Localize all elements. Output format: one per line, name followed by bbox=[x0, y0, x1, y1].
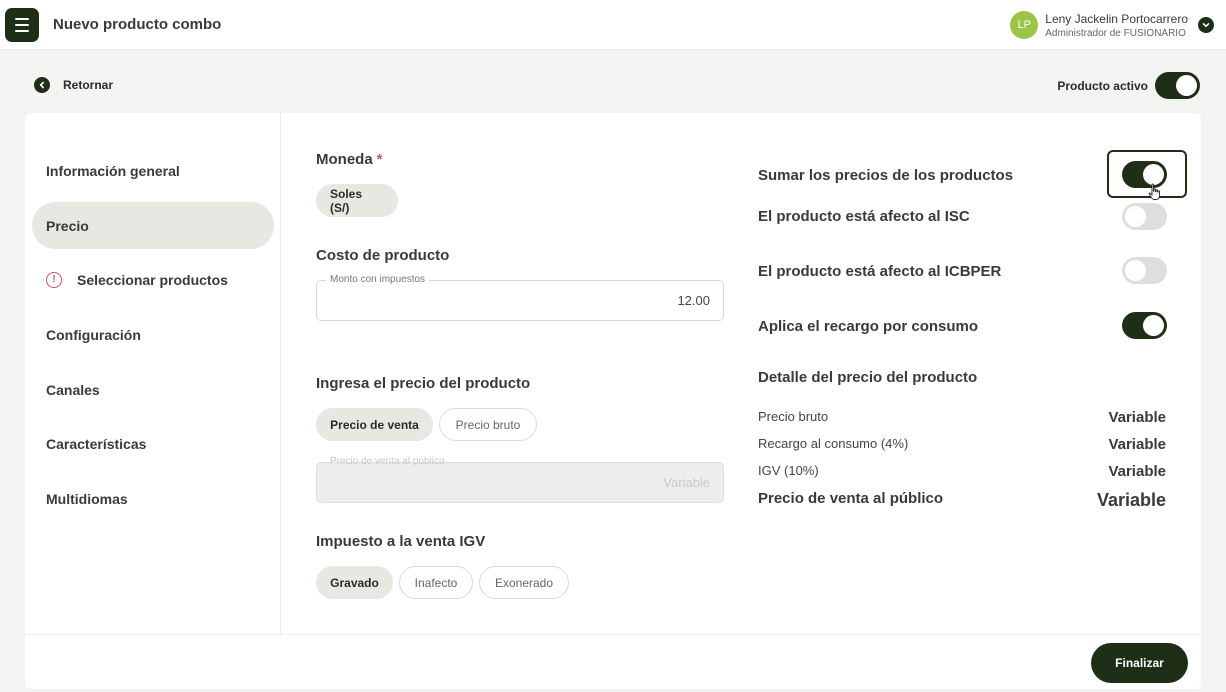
isc-toggle[interactable] bbox=[1122, 203, 1167, 230]
public-price-input: Precio de venta al público Variable bbox=[316, 456, 724, 503]
chevron-down-icon[interactable] bbox=[1198, 17, 1214, 33]
avatar: LP bbox=[1010, 11, 1039, 39]
nav-item-configuracion[interactable]: Configuración bbox=[32, 311, 274, 358]
form-footer: Finalizar bbox=[25, 634, 1201, 689]
user-name: Leny Jackelin Portocarrero bbox=[1045, 11, 1188, 26]
page-title: Nuevo producto combo bbox=[53, 16, 222, 33]
product-active-label: Producto activo bbox=[1057, 78, 1148, 93]
hand-cursor-icon bbox=[1148, 183, 1160, 200]
warning-icon: ! bbox=[46, 271, 62, 288]
top-bar: Nuevo producto combo LP Leny Jackelin Po… bbox=[0, 0, 1226, 50]
cost-input[interactable]: Monto con impuestos 12.00 bbox=[316, 274, 724, 321]
surcharge-toggle[interactable] bbox=[1122, 312, 1167, 339]
section-nav: Información general Precio ! Seleccionar… bbox=[25, 113, 281, 634]
public-price-label: Precio de venta al público bbox=[330, 456, 445, 467]
product-active-control: Producto activo bbox=[1057, 72, 1200, 99]
public-price-value: Variable bbox=[663, 475, 710, 490]
nav-item-seleccionar-productos[interactable]: ! Seleccionar productos bbox=[32, 256, 274, 303]
price-option-precio-venta[interactable]: Precio de venta bbox=[316, 408, 433, 441]
nav-item-caracteristicas[interactable]: Características bbox=[32, 420, 274, 467]
detail-row-precio-bruto: Precio bruto Variable bbox=[758, 409, 1166, 426]
detail-row-igv: IGV (10%) Variable bbox=[758, 463, 1166, 480]
cost-field-label: Monto con impuestos bbox=[326, 274, 430, 285]
menu-button[interactable] bbox=[5, 8, 39, 42]
surcharge-label: Aplica el recargo por consumo bbox=[758, 318, 979, 335]
icbper-label: El producto está afecto al ICBPER bbox=[758, 263, 1002, 280]
detail-row-recargo: Recargo al consumo (4%) Variable bbox=[758, 436, 1166, 453]
nav-item-canales[interactable]: Canales bbox=[32, 366, 274, 413]
tax-option-exonerado[interactable]: Exonerado bbox=[479, 566, 569, 599]
finish-button[interactable]: Finalizar bbox=[1091, 643, 1188, 683]
hamburger-icon bbox=[15, 18, 29, 20]
user-menu[interactable]: LP Leny Jackelin Portocarrero Administra… bbox=[1010, 10, 1214, 40]
currency-option-soles[interactable]: Soles (S/) bbox=[316, 184, 398, 217]
nav-item-informacion-general[interactable]: Información general bbox=[32, 147, 274, 194]
required-mark: * bbox=[376, 151, 383, 168]
isc-label: El producto está afecto al ISC bbox=[758, 208, 970, 225]
price-option-precio-bruto[interactable]: Precio bruto bbox=[439, 408, 537, 441]
icbper-toggle[interactable] bbox=[1122, 257, 1167, 284]
cost-value: 12.00 bbox=[677, 293, 710, 308]
detail-row-total: Precio de venta al público Variable bbox=[758, 490, 1166, 510]
product-active-toggle[interactable] bbox=[1155, 72, 1200, 99]
tax-option-inafecto[interactable]: Inafecto bbox=[399, 566, 473, 599]
user-role: Administrador de FUSIONARIO bbox=[1045, 27, 1186, 39]
nav-item-multidiomas[interactable]: Multidiomas bbox=[32, 475, 274, 522]
enter-price-title: Ingresa el precio del producto bbox=[316, 375, 531, 392]
cost-title: Costo de producto bbox=[316, 247, 450, 264]
nav-item-precio[interactable]: Precio bbox=[32, 202, 274, 249]
tax-title: Impuesto a la venta IGV bbox=[316, 533, 486, 550]
sum-prices-label: Sumar los precios de los productos bbox=[758, 167, 1014, 184]
chevron-left-icon bbox=[34, 77, 50, 93]
tax-option-gravado[interactable]: Gravado bbox=[316, 566, 393, 599]
back-label: Retornar bbox=[63, 78, 114, 92]
price-detail-title: Detalle del precio del producto bbox=[758, 369, 978, 386]
back-button[interactable]: Retornar bbox=[34, 77, 113, 93]
currency-title: Moneda * bbox=[316, 151, 383, 168]
form-card: Información general Precio ! Seleccionar… bbox=[25, 113, 1201, 689]
